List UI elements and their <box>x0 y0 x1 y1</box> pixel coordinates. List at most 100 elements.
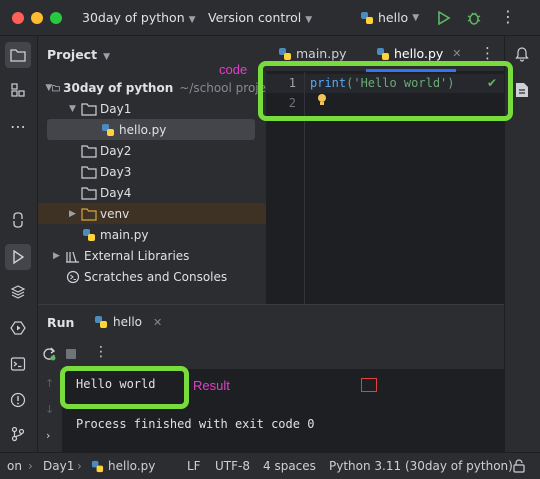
tree-item-scratches[interactable]: Scratches and Consoles <box>38 266 266 287</box>
python-icon <box>361 11 373 24</box>
breadcrumb-item[interactable]: Day1 <box>43 459 74 473</box>
tab-main-py[interactable]: main.py <box>278 46 347 61</box>
run-panel-title: Run <box>47 315 75 330</box>
tree-item-day3[interactable]: Day3 <box>38 161 266 182</box>
arrow-down-icon[interactable]: ↓ <box>45 403 54 416</box>
breadcrumb-label: hello.py <box>108 459 156 473</box>
console-side-toolbar: ↑ ↓ › <box>38 369 62 453</box>
chevron-down-icon: ▼ <box>45 82 53 93</box>
title-bar: 30day of python ▼ Version control ▼ hello ▼… <box>0 0 540 36</box>
tree-item-main-py[interactable]: main.py <box>38 224 266 245</box>
chevron-down-icon: ▼ <box>69 103 76 114</box>
problems-tool-button[interactable] <box>8 390 28 410</box>
tree-item-root[interactable]: ▼ 30day of python ~/school proje <box>38 77 266 98</box>
stop-icon[interactable] <box>66 349 76 359</box>
zoom-window-button[interactable] <box>50 12 62 24</box>
minimize-window-button[interactable] <box>31 12 43 24</box>
console-output-line: Process finished with exit code 0 <box>76 417 315 431</box>
vcs-menu[interactable]: Version control ▼ <box>208 10 312 25</box>
services-tool-button[interactable] <box>8 318 28 338</box>
more-icon[interactable]: ⋮ <box>480 44 495 62</box>
folder-icon <box>81 207 97 221</box>
interpreter-widget[interactable]: Python 3.11 (30day of python) <box>329 459 513 473</box>
tree-item-day2[interactable]: Day2 <box>38 140 266 161</box>
git-tool-button[interactable] <box>8 424 28 444</box>
chevron-right-icon: › <box>28 459 33 473</box>
tree-item-label: 30day of python <box>63 80 174 95</box>
tab-label: hello.py <box>394 46 444 61</box>
tree-item-external-libraries[interactable]: ▶ External Libraries <box>38 245 266 266</box>
tree-item-day4[interactable]: Day4 <box>38 182 266 203</box>
project-tool-button[interactable] <box>5 42 31 68</box>
notifications-icon[interactable] <box>514 46 530 62</box>
folder-icon <box>81 186 97 200</box>
tree-item-label: Day2 <box>100 143 132 158</box>
document-icon[interactable] <box>515 82 529 98</box>
folder-icon <box>52 84 60 91</box>
run-tool-button[interactable] <box>5 244 31 270</box>
chevron-down-icon: ▼ <box>305 15 313 25</box>
run-icon <box>13 250 25 264</box>
tab-label: main.py <box>296 46 347 61</box>
run-tab-hello[interactable]: hello ✕ <box>94 315 162 329</box>
layers-tool-button[interactable] <box>8 282 28 302</box>
run-tab-label: hello <box>113 315 142 329</box>
tree-item-label: Scratches and Consoles <box>84 269 228 284</box>
project-switcher[interactable]: 30day of python ▼ <box>82 10 196 25</box>
red-marker-box <box>361 378 377 392</box>
chevron-right-icon[interactable]: › <box>46 429 50 442</box>
line-separator-widget[interactable]: LF <box>187 459 201 473</box>
tree-item-hello-py[interactable]: hello.py <box>47 119 255 140</box>
folder-icon <box>81 144 97 158</box>
lock-icon[interactable] <box>512 459 526 473</box>
more-icon[interactable]: ⋮ <box>500 7 516 26</box>
tree-item-label: venv <box>100 206 130 221</box>
chevron-down-icon: ▼ <box>412 12 420 23</box>
terminal-tool-button[interactable] <box>8 354 28 374</box>
tree-item-venv[interactable]: ▶ venv <box>38 203 266 224</box>
structure-tool-button[interactable] <box>8 80 28 100</box>
python-icon <box>83 228 95 241</box>
tree-item-label: main.py <box>100 227 149 242</box>
library-icon <box>66 251 79 263</box>
tree-item-label: Day1 <box>100 101 132 116</box>
more-icon[interactable]: ⋮ <box>94 344 108 360</box>
close-icon[interactable]: ✕ <box>153 316 162 329</box>
scratches-icon <box>66 270 80 283</box>
tree-item-label: hello.py <box>119 122 167 137</box>
project-panel-header[interactable]: Project ▼ <box>47 47 110 62</box>
python-icon <box>95 316 107 328</box>
tree-item-day1[interactable]: ▼ Day1 <box>38 98 266 119</box>
debug-icon[interactable] <box>466 10 482 26</box>
tab-hello-py[interactable]: hello.py ✕ <box>376 46 462 61</box>
python-console-icon <box>13 212 23 228</box>
tree-item-label: Day3 <box>100 164 132 179</box>
rerun-icon[interactable] <box>42 347 56 361</box>
arrow-up-icon[interactable]: ↑ <box>45 377 54 390</box>
project-name: 30day of python <box>82 10 185 25</box>
chevron-right-icon: ▶ <box>53 250 60 261</box>
python-packages-button[interactable] <box>8 210 28 230</box>
layers-icon <box>10 285 26 299</box>
tree-item-label: External Libraries <box>84 248 190 263</box>
chevron-down-icon: ▼ <box>188 15 196 25</box>
python-icon <box>91 460 104 472</box>
terminal-icon <box>10 357 26 371</box>
git-branch-icon <box>11 426 25 442</box>
result-annotation: Result <box>193 378 230 393</box>
run-icon[interactable] <box>437 11 451 25</box>
encoding-widget[interactable]: UTF-8 <box>215 459 250 473</box>
vcs-label: Version control <box>208 10 302 25</box>
left-tool-strip: ⋯ <box>0 36 38 452</box>
run-toolbar: ⋮ <box>38 339 504 369</box>
breadcrumb-item[interactable]: hello.py <box>91 459 155 473</box>
python-icon <box>279 47 291 60</box>
run-config-selector[interactable]: hello ▼ <box>360 10 419 25</box>
more-tools-icon[interactable]: ⋯ <box>8 116 28 136</box>
close-icon[interactable]: ✕ <box>452 47 461 60</box>
breadcrumb-item[interactable]: on <box>7 459 22 473</box>
close-window-button[interactable] <box>12 12 24 24</box>
result-highlight-box <box>60 366 189 409</box>
breadcrumb-label: Day1 <box>43 459 75 473</box>
indent-widget[interactable]: 4 spaces <box>263 459 316 473</box>
